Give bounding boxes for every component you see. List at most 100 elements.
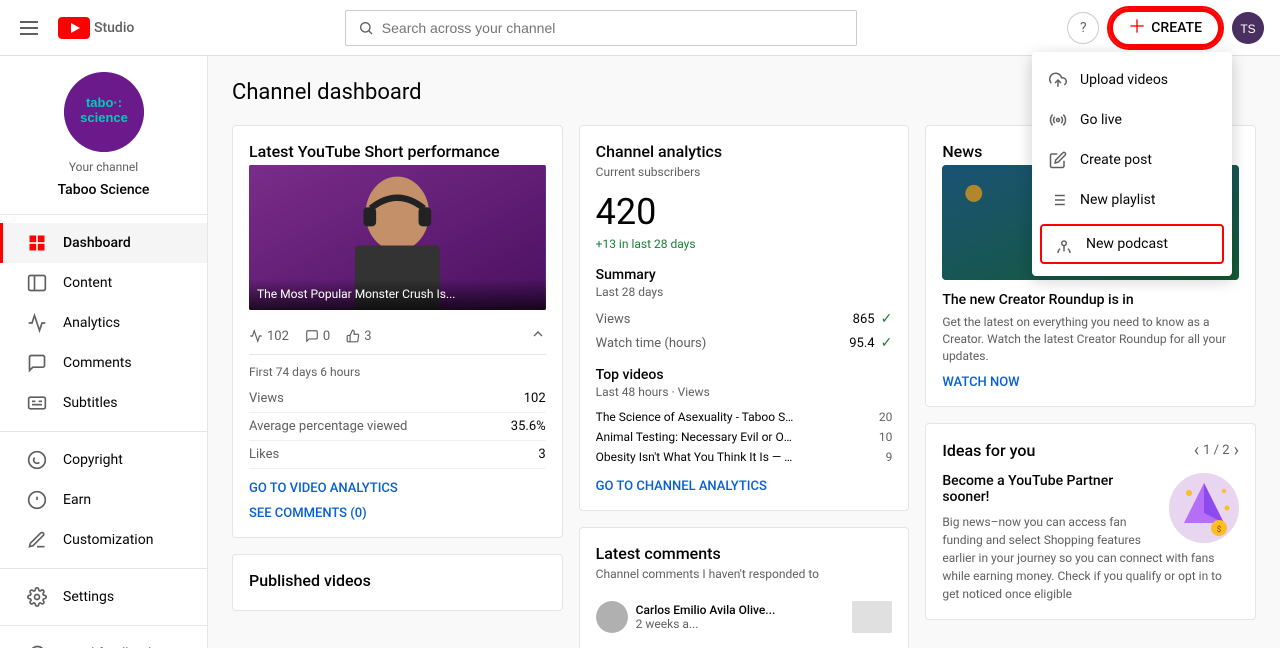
watch-now-link[interactable]: WATCH NOW [942,375,1019,390]
top-videos-period: Last 48 hours · Views [596,385,893,399]
go-to-video-analytics-link[interactable]: GO TO VIDEO ANALYTICS [249,481,546,496]
duration-label: First 74 days 6 hours [249,365,546,379]
studio-label: Studio [94,20,134,36]
avatar[interactable]: TS [1232,12,1264,44]
views-metric: Views 865 ✓ [596,307,893,331]
analytics-card-title: Channel analytics [596,142,893,161]
top-video-views-1: 20 [879,410,893,424]
video-detail-views: Views 102 [249,385,546,413]
short-video-thumbnail[interactable]: The Most Popular Monster Crush Is... [249,165,546,310]
settings-icon [27,587,47,607]
new-playlist-label: New playlist [1080,192,1155,208]
likes-detail-value: 3 [538,447,545,462]
svg-text:TS: TS [1240,22,1255,36]
create-plus-icon [1129,18,1145,38]
dropdown-create-post[interactable]: Create post [1032,140,1232,180]
top-video-row-1: The Science of Asexuality - Taboo Scienc… [596,407,893,427]
ideas-title: Ideas for you [942,441,1035,460]
sidebar-item-analytics[interactable]: Analytics [0,303,207,343]
watch-time-number: 95.4 [849,336,874,351]
sidebar-item-copyright[interactable]: Copyright [0,440,207,480]
dropdown-new-podcast[interactable]: New podcast [1040,224,1224,264]
views-metric-value: 865 ✓ [853,311,893,327]
top-video-row-3: Obesity Isn't What You Think It Is — Obe… [596,447,893,467]
search-bar [345,10,857,46]
subscribers-change: +13 in last 28 days [596,237,893,251]
sidebar-item-dashboard[interactable]: Dashboard [0,223,207,263]
published-videos-title: Published videos [249,571,546,590]
comments-stat-icon [305,329,319,343]
views-metric-label: Views [596,312,631,327]
sidebar-item-dashboard-label: Dashboard [63,235,131,251]
likes-stat-icon [346,329,360,343]
svg-text:tabo·:: tabo·: [85,95,121,110]
column-2: Channel analytics Current subscribers 42… [579,125,910,648]
ideas-card: Ideas for you ‹ 1 / 2 › [925,423,1256,620]
sidebar-item-customization[interactable]: Customization [0,520,207,560]
news-title: The new Creator Roundup is in [942,292,1239,308]
youtube-logo-icon [58,17,90,39]
next-page-button[interactable]: › [1234,440,1239,461]
see-comments-link[interactable]: SEE COMMENTS (0) [249,506,546,521]
earn-icon [27,490,47,510]
top-videos-section: Top videos Last 48 hours · Views The Sci… [596,367,893,467]
dropdown-new-playlist[interactable]: New playlist [1032,180,1232,220]
upload-videos-label: Upload videos [1080,72,1168,88]
podcast-icon [1054,234,1074,254]
sidebar-item-settings[interactable]: Settings [0,577,207,617]
views-check-icon: ✓ [881,311,893,327]
search-input[interactable] [382,20,844,36]
views-icon [249,329,263,343]
latest-comments-card: Latest comments Channel comments I haven… [579,527,910,648]
comments-card-subtitle: Channel comments I haven't responded to [596,567,893,581]
views-detail-value: 102 [524,391,546,406]
logo[interactable]: Studio [58,17,134,39]
create-post-label: Create post [1080,152,1152,168]
watch-time-metric: Watch time (hours) 95.4 ✓ [596,331,893,355]
sidebar-item-subtitles[interactable]: Subtitles [0,383,207,423]
page-indicator: 1 / 2 [1203,443,1229,458]
sidebar-item-subtitles-label: Subtitles [63,395,118,411]
sidebar-send-feedback[interactable]: Send feedback [0,634,207,648]
page-total: 2 [1222,443,1229,458]
comments-icon [27,353,47,373]
go-to-channel-analytics-link[interactable]: GO TO CHANNEL ANALYTICS [596,479,893,494]
help-button[interactable]: ? [1067,12,1099,44]
upload-icon [1048,70,1068,90]
ideas-header: Ideas for you ‹ 1 / 2 › [942,440,1239,461]
customization-icon [27,530,47,550]
short-performance-card: Latest YouTube Short performance [232,125,563,538]
comment-avatar [596,601,628,633]
sidebar-item-comments[interactable]: Comments [0,343,207,383]
expand-button[interactable] [530,326,546,346]
svg-text:$: $ [1217,525,1222,534]
sidebar-item-content-label: Content [63,275,112,291]
summary-period: Last 28 days [596,285,893,299]
channel-avatar[interactable]: tabo·: science [64,72,144,152]
channel-label: Your channel [69,160,138,174]
sidebar: tabo·: science Your channel Taboo Scienc… [0,56,208,648]
likes-count: 3 [364,329,371,344]
top-video-title-2: Animal Testing: Necessary Evil or Outdat… [596,430,796,444]
channel-name: Taboo Science [58,182,150,198]
create-button[interactable]: CREATE [1111,10,1220,46]
dropdown-go-live[interactable]: Go live [1032,100,1232,140]
dropdown-upload-videos[interactable]: Upload videos [1032,60,1232,100]
top-video-row-2: Animal Testing: Necessary Evil or Outdat… [596,427,893,447]
watch-time-label: Watch time (hours) [596,336,707,351]
column-1: Latest YouTube Short performance [232,125,563,648]
prev-page-button[interactable]: ‹ [1194,440,1199,461]
sidebar-item-content[interactable]: Content [0,263,207,303]
comment-row: Carlos Emilio Avila Olive... 2 weeks a..… [596,593,893,641]
svg-text:science: science [80,110,128,125]
playlist-icon [1048,190,1068,210]
search-area [134,10,1067,46]
sidebar-item-analytics-label: Analytics [63,315,120,331]
feedback-icon [27,644,47,648]
nav-divider-2 [0,568,207,569]
top-video-title-3: Obesity Isn't What You Think It Is — Obe… [596,450,796,464]
comment-info: Carlos Emilio Avila Olive... 2 weeks a..… [636,603,776,631]
hamburger-icon[interactable] [16,17,42,39]
sidebar-item-earn[interactable]: Earn [0,480,207,520]
copyright-icon [27,450,47,470]
